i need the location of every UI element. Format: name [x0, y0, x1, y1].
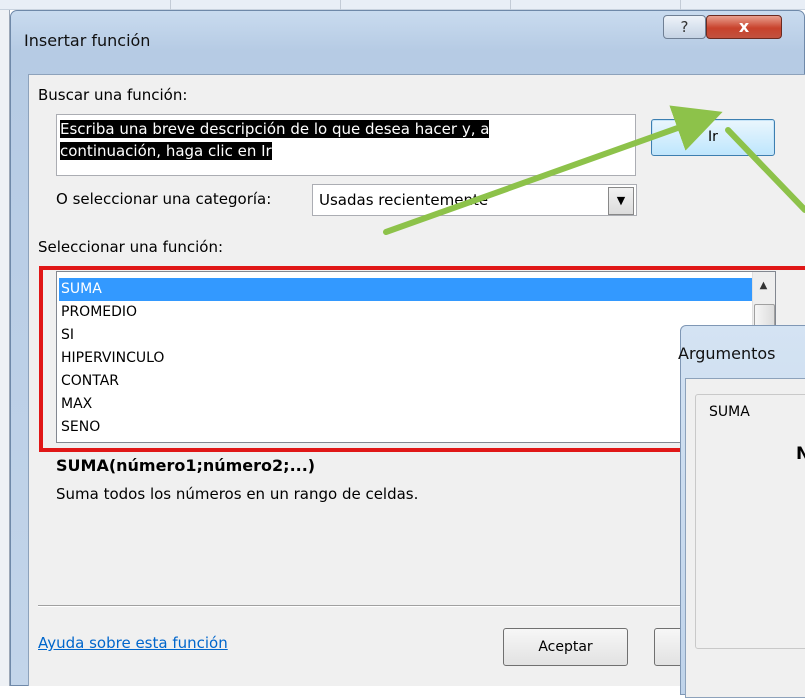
- annotation-arrows: [383, 105, 805, 235]
- annotation-arrow-to-arguments: [725, 127, 805, 213]
- annotation-arrow-to-go: [383, 105, 723, 235]
